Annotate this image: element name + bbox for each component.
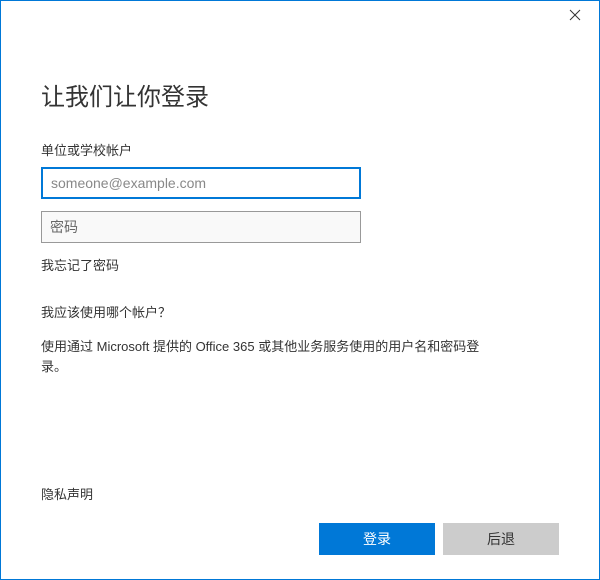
signin-button[interactable]: 登录 bbox=[319, 523, 435, 555]
titlebar bbox=[1, 1, 599, 29]
button-row: 登录 后退 bbox=[41, 523, 559, 555]
password-input[interactable] bbox=[41, 211, 361, 243]
email-input[interactable] bbox=[41, 167, 361, 199]
account-label: 单位或学校帐户 bbox=[41, 140, 559, 159]
forgot-password-link[interactable]: 我忘记了密码 bbox=[41, 255, 119, 274]
dialog-title: 让我们让你登录 bbox=[41, 77, 559, 112]
dialog-content: 让我们让你登录 单位或学校帐户 我忘记了密码 我应该使用哪个帐户？ 使用通过 M… bbox=[1, 29, 599, 376]
close-icon bbox=[569, 9, 581, 21]
which-account-text: 我应该使用哪个帐户？ bbox=[41, 302, 559, 321]
back-button[interactable]: 后退 bbox=[443, 523, 559, 555]
privacy-link[interactable]: 隐私声明 bbox=[41, 484, 93, 503]
close-button[interactable] bbox=[567, 7, 583, 23]
description-text: 使用通过 Microsoft 提供的 Office 365 或其他业务服务使用的… bbox=[41, 337, 481, 376]
bottom-area: 隐私声明 登录 后退 bbox=[1, 484, 599, 579]
